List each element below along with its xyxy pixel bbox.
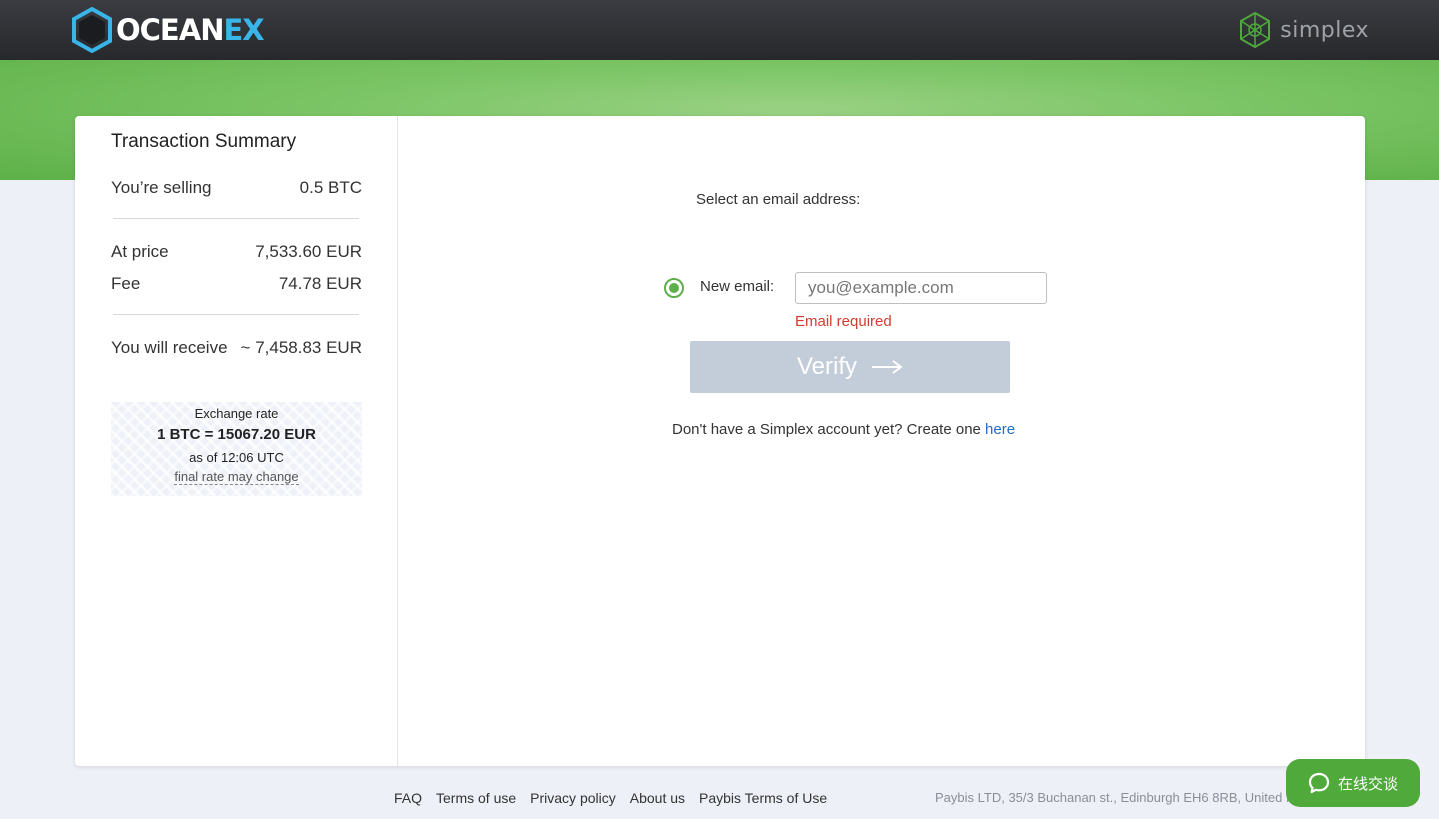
fee-label: Fee bbox=[111, 274, 141, 293]
verify-label: Verify bbox=[796, 353, 858, 380]
new-email-label: New email: bbox=[700, 278, 775, 295]
exchange-rate-note[interactable]: final rate may change bbox=[111, 469, 362, 485]
simplex-wordmark: simplex bbox=[1280, 17, 1369, 43]
price-label: At price bbox=[111, 242, 169, 261]
price-value: 7,533.60 EUR bbox=[255, 242, 362, 261]
verify-button[interactable]: Verify bbox=[690, 341, 1010, 393]
fee-value: 74.78 EUR bbox=[278, 274, 362, 293]
arrow-right-icon bbox=[871, 360, 903, 374]
selling-value: 0.5 BTC bbox=[299, 178, 362, 197]
footer-link-about[interactable]: About us bbox=[630, 790, 685, 806]
footer-address: Paybis LTD, 35/3 Buchanan st., Edinburgh… bbox=[935, 790, 1295, 805]
select-email-label: Select an email address: bbox=[696, 191, 861, 208]
email-error-message: Email required bbox=[795, 313, 892, 330]
exchange-rate-box: Exchange rate 1 BTC = 15067.20 EUR as of… bbox=[111, 402, 362, 496]
summary-divider bbox=[113, 218, 359, 219]
hexagon-logo-icon bbox=[72, 7, 112, 53]
receive-row: You will receive ~ 7,458.83 EUR bbox=[111, 338, 362, 358]
signup-text: Don't have a Simplex account yet? Create… bbox=[672, 421, 986, 438]
signup-link[interactable]: here bbox=[985, 421, 1015, 438]
footer-link-paybis-terms[interactable]: Paybis Terms of Use bbox=[699, 790, 827, 806]
exchange-rate-title: Exchange rate bbox=[194, 406, 279, 421]
new-email-radio[interactable] bbox=[664, 278, 684, 298]
selling-label: You’re selling bbox=[111, 178, 212, 197]
exchange-rate-time: as of 12:06 UTC bbox=[189, 450, 284, 465]
signup-prompt: Don't have a Simplex account yet? Create… bbox=[672, 421, 1015, 438]
chat-bubble-icon bbox=[1308, 772, 1330, 794]
fee-row: Fee 74.78 EUR bbox=[111, 274, 362, 294]
checkout-card: Transaction Summary You’re selling 0.5 B… bbox=[75, 116, 1365, 766]
oceanex-wordmark: OCEANEX bbox=[116, 13, 265, 47]
receive-label: You will receive bbox=[111, 338, 228, 357]
live-chat-button[interactable]: 在线交谈 bbox=[1286, 759, 1420, 807]
footer-link-faq[interactable]: FAQ bbox=[394, 790, 422, 806]
exchange-rate-value: 1 BTC = 15067.20 EUR bbox=[157, 426, 316, 443]
footer-link-privacy[interactable]: Privacy policy bbox=[530, 790, 616, 806]
simplex-logo[interactable]: simplex bbox=[1236, 10, 1369, 50]
price-row: At price 7,533.60 EUR bbox=[111, 242, 362, 262]
summary-title: Transaction Summary bbox=[111, 131, 297, 152]
footer-link-terms[interactable]: Terms of use bbox=[436, 790, 516, 806]
transaction-summary-panel: Transaction Summary You’re selling 0.5 B… bbox=[75, 116, 398, 766]
top-bar: OCEANEX simplex bbox=[0, 0, 1439, 60]
oceanex-logo[interactable]: OCEANEX bbox=[70, 6, 265, 54]
footer-links: FAQ Terms of use Privacy policy About us… bbox=[394, 790, 827, 806]
email-input[interactable] bbox=[795, 272, 1047, 304]
simplex-network-icon bbox=[1240, 11, 1271, 49]
selling-row: You’re selling 0.5 BTC bbox=[111, 178, 362, 198]
live-chat-label: 在线交谈 bbox=[1337, 774, 1398, 793]
receive-value: ~ 7,458.83 EUR bbox=[240, 338, 362, 357]
summary-divider bbox=[113, 314, 359, 315]
